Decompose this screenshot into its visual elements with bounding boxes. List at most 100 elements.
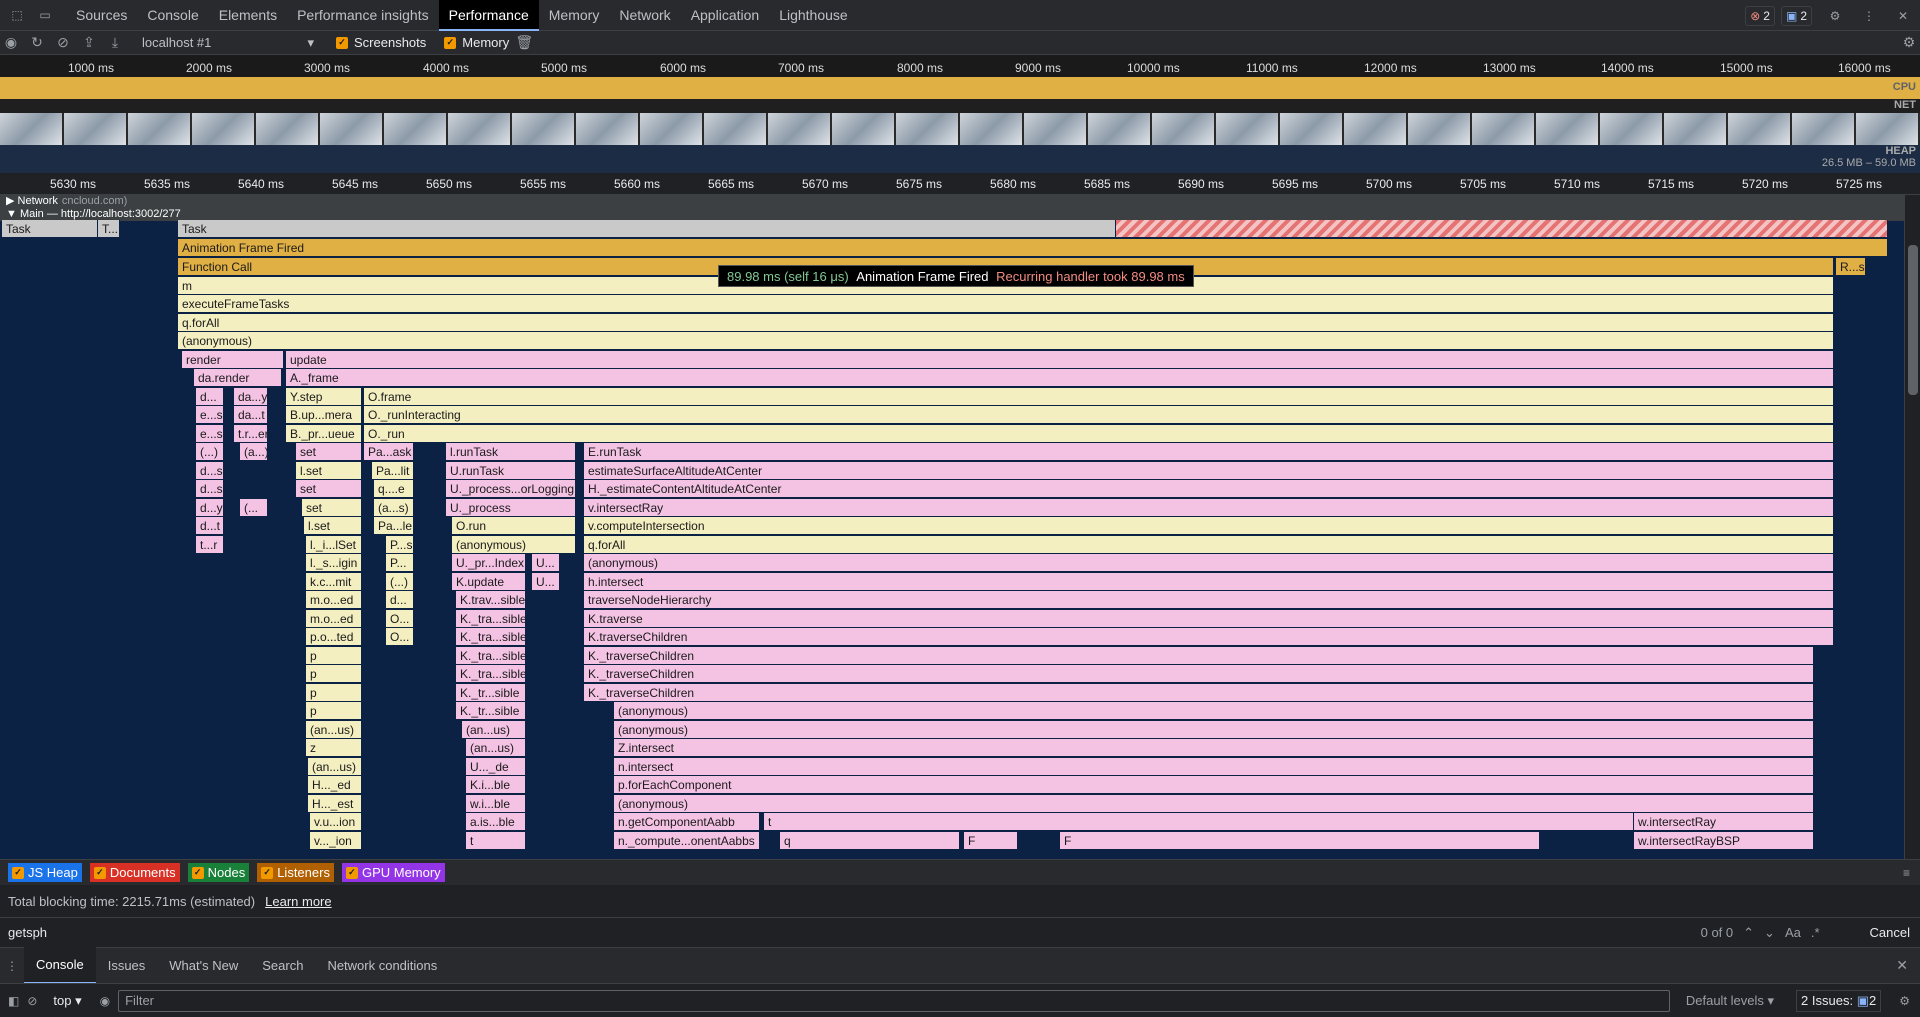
flame-set[interactable]: set bbox=[296, 480, 362, 498]
flame-as[interactable]: (a...s) bbox=[374, 499, 414, 517]
flame-k-tra-visible[interactable]: K._tra...sible bbox=[456, 610, 526, 628]
flame-execute-frame-tasks[interactable]: executeFrameTasks bbox=[178, 295, 1834, 313]
timeline-overview[interactable]: 1000 ms 2000 ms 3000 ms 4000 ms 5000 ms … bbox=[0, 55, 1920, 173]
flame-p[interactable]: p bbox=[306, 702, 362, 720]
flame-w-intersect-ray[interactable]: w.intersectRay bbox=[1634, 813, 1814, 831]
flame-d-y[interactable]: d...y bbox=[196, 499, 224, 517]
tab-performance[interactable]: Performance bbox=[438, 0, 539, 31]
eye-icon[interactable]: ◉ bbox=[100, 994, 110, 1008]
tab-performance-insights[interactable]: Performance insights bbox=[287, 0, 439, 31]
counter-nodes[interactable]: ✓ Nodes bbox=[187, 863, 250, 882]
flame-o-run[interactable]: O._run bbox=[364, 425, 1834, 443]
flame-paren[interactable]: (...) bbox=[196, 443, 224, 461]
regex-button[interactable]: .* bbox=[1811, 925, 1820, 940]
flame-estimate-surface[interactable]: estimateSurfaceAltitudeAtCenter bbox=[584, 462, 1834, 480]
flame-v-compute-intersection[interactable]: v.computeIntersection bbox=[584, 517, 1834, 535]
drawer-tab-network-conditions[interactable]: Network conditions bbox=[315, 948, 449, 983]
flame-t[interactable]: t bbox=[466, 832, 526, 850]
counter-documents[interactable]: ✓ Documents bbox=[89, 863, 180, 882]
flame-u[interactable]: U... bbox=[532, 573, 560, 591]
flame-task[interactable]: Task bbox=[2, 220, 98, 238]
flame-p-o-ted[interactable]: p.o...ted bbox=[306, 628, 362, 646]
network-track[interactable]: ▶ Network cncloud.com) bbox=[0, 195, 1904, 208]
flame-anonymous[interactable]: (anonymous) bbox=[452, 536, 576, 554]
flame-f[interactable]: F bbox=[1060, 832, 1540, 850]
flame-anonymous[interactable]: (anonymous) bbox=[584, 554, 1834, 572]
flame-o[interactable]: O... bbox=[386, 628, 414, 646]
tab-network[interactable]: Network bbox=[609, 0, 680, 31]
search-input[interactable]: getsph bbox=[0, 925, 1701, 940]
console-filter-input[interactable]: Filter bbox=[118, 989, 1670, 1012]
flame-scrollbar[interactable] bbox=[1904, 195, 1920, 859]
flame-p[interactable]: p bbox=[306, 684, 362, 702]
flame-u-de[interactable]: U..._de bbox=[466, 758, 526, 776]
flame-d[interactable]: d... bbox=[196, 388, 224, 406]
capture-settings-icon[interactable]: ⚙ bbox=[1898, 32, 1920, 54]
flame-h-intersect[interactable]: h.intersect bbox=[584, 573, 1834, 591]
clear-console-icon[interactable]: ⊘ bbox=[27, 994, 37, 1008]
flame-k-traverse-children[interactable]: K._traverseChildren bbox=[584, 647, 1814, 665]
flame-p[interactable]: P... bbox=[386, 554, 414, 572]
flame-k-tra-visible[interactable]: K._tra...sible bbox=[456, 665, 526, 683]
flame-o-run-interacting[interactable]: O._runInteracting bbox=[364, 406, 1834, 424]
tab-sources[interactable]: Sources bbox=[66, 0, 137, 31]
flame-n-intersect[interactable]: n.intersect bbox=[614, 758, 1814, 776]
flame-tr-er[interactable]: t.r...er bbox=[234, 425, 268, 443]
flame-d-s[interactable]: d...s bbox=[196, 480, 224, 498]
flame-k-traverse-children[interactable]: K._traverseChildren bbox=[584, 684, 1814, 702]
flame-o-frame[interactable]: O.frame bbox=[364, 388, 1834, 406]
flame-q-forall[interactable]: q.forAll bbox=[178, 314, 1834, 332]
issues-badge[interactable]: ▣ 2 bbox=[1780, 5, 1812, 26]
flame-y-step[interactable]: Y.step bbox=[286, 388, 362, 406]
flame-u[interactable]: U... bbox=[532, 554, 560, 572]
flame-h-ed[interactable]: H..._ed bbox=[308, 776, 362, 794]
flame-set[interactable]: set bbox=[296, 443, 362, 461]
flame-anonymous[interactable]: (anonymous) bbox=[614, 721, 1814, 739]
close-icon[interactable]: ✕ bbox=[1892, 5, 1914, 27]
flame-k-traverse[interactable]: K.traverse bbox=[584, 610, 1834, 628]
close-drawer-icon[interactable]: ✕ bbox=[1896, 957, 1908, 974]
flame-paren[interactable]: (...) bbox=[386, 573, 414, 591]
cancel-button[interactable]: Cancel bbox=[1870, 925, 1910, 940]
console-settings-icon[interactable]: ⚙ bbox=[1899, 994, 1910, 1008]
tab-application[interactable]: Application bbox=[681, 0, 770, 31]
flame-e-s[interactable]: e...s bbox=[196, 425, 224, 443]
flame-anonymous-short[interactable]: (an...us) bbox=[466, 739, 526, 757]
drag-handle-icon[interactable]: ≡ bbox=[1903, 866, 1910, 880]
chevron-up-icon[interactable]: ⌃ bbox=[1743, 925, 1754, 941]
flame-o-run[interactable]: O.run bbox=[452, 517, 576, 535]
flame-k-trav-visible[interactable]: K.trav...sible bbox=[456, 591, 526, 609]
download-icon[interactable]: ⤓ bbox=[104, 32, 126, 54]
flame-a-is-ble[interactable]: a.is...ble bbox=[466, 813, 526, 831]
counter-js-heap[interactable]: ✓ JS Heap bbox=[8, 863, 82, 882]
screenshots-checkbox[interactable]: ✓ Screenshots bbox=[336, 35, 426, 50]
drawer-tab-issues[interactable]: Issues bbox=[96, 948, 158, 983]
counter-listeners[interactable]: ✓ Listeners bbox=[257, 863, 334, 882]
trash-icon[interactable]: 🗑 bbox=[513, 32, 535, 54]
flame-z[interactable]: z bbox=[306, 739, 362, 757]
flame-pa-lit[interactable]: Pa...lit bbox=[372, 462, 414, 480]
match-case-button[interactable]: Aa bbox=[1785, 925, 1801, 940]
learn-more-link[interactable]: Learn more bbox=[265, 894, 331, 909]
drawer-tab-console[interactable]: Console bbox=[24, 947, 96, 984]
flame-k-tr-visible[interactable]: K._tr...sible bbox=[456, 684, 526, 702]
inspect-icon[interactable]: ⬚ bbox=[6, 4, 28, 26]
flame-pa-ask[interactable]: Pa...ask bbox=[364, 443, 414, 461]
drawer-menu-icon[interactable]: ⋮ bbox=[0, 959, 24, 973]
more-icon[interactable]: ⋮ bbox=[1858, 5, 1880, 27]
flame-anonymous-short[interactable]: (an...us) bbox=[308, 758, 362, 776]
flame-b-up[interactable]: B.up...mera bbox=[286, 406, 362, 424]
flame-anonymous[interactable]: (anonymous) bbox=[614, 702, 1814, 720]
flame-n-compute-component-aabbs[interactable]: n._compute...onentAabbs bbox=[614, 832, 760, 850]
flame-h-estimate-content[interactable]: H._estimateContentAltitudeAtCenter bbox=[584, 480, 1834, 498]
flame-l-runtask[interactable]: l.runTask bbox=[446, 443, 576, 461]
drawer-tab-whats-new[interactable]: What's New bbox=[157, 948, 250, 983]
context-select[interactable]: top ▾ bbox=[53, 993, 81, 1009]
flame-m-o-ed[interactable]: m.o...ed bbox=[306, 591, 362, 609]
flame-d[interactable]: d... bbox=[386, 591, 414, 609]
flame-z-intersect[interactable]: Z.intersect bbox=[614, 739, 1814, 757]
memory-checkbox[interactable]: ✓ Memory bbox=[444, 35, 509, 50]
flame-function-call-small[interactable]: R...s bbox=[1836, 258, 1866, 276]
flame-set[interactable]: set bbox=[302, 499, 362, 517]
flame-k-ible[interactable]: K.i...ble bbox=[466, 776, 526, 794]
